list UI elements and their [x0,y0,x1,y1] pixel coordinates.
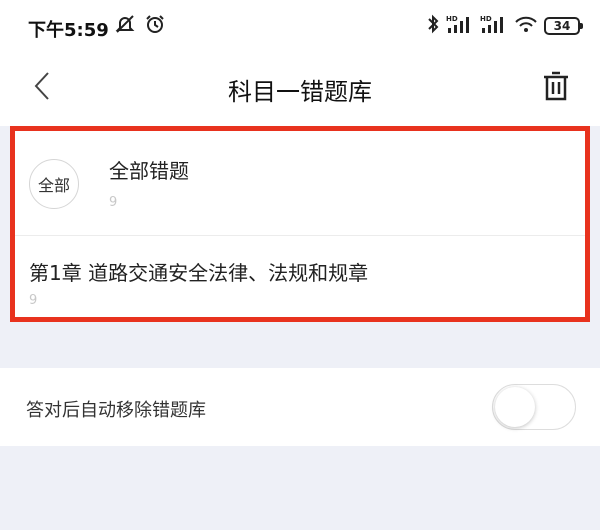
avatar: 全部 [29,159,79,209]
bluetooth-icon [426,14,440,38]
toggle-knob [495,387,535,427]
mute-bell-icon [114,14,136,38]
status-bar: 下午5:59 HD HD 34 [0,0,600,50]
list-item-count: 9 [109,195,118,210]
signal-hd-icon: HD [480,14,508,38]
delete-button[interactable] [538,68,574,108]
svg-text:HD: HD [480,15,492,23]
battery-icon: 34 [544,17,583,35]
signal-hd-icon: HD [446,14,474,38]
svg-text:HD: HD [446,15,458,23]
auto-remove-setting: 答对后自动移除错题库 [0,368,600,446]
list-item-chapter-1[interactable]: 第1章 道路交通安全法律、法规和规章 9 [15,235,585,317]
wifi-icon [514,14,538,38]
list-item-all-wrong[interactable]: 全部 全部错题 9 [15,131,585,236]
wrong-question-list: 全部 全部错题 9 第1章 道路交通安全法律、法规和规章 9 [10,126,590,322]
setting-label: 答对后自动移除错题库 [26,400,206,421]
nav-bar: 科目一错题库 [0,56,600,120]
page-title: 科目一错题库 [228,78,372,106]
trash-icon [543,70,569,106]
list-item-count: 9 [29,293,38,308]
list-item-title: 全部错题 [109,159,189,183]
list-item-title: 第1章 道路交通安全法律、法规和规章 [29,261,369,285]
header-area: 下午5:59 HD HD 34 科目一错题库 [0,0,600,126]
status-time: 下午5:59 [28,20,109,41]
alarm-icon [144,14,166,38]
auto-remove-toggle[interactable] [492,384,576,430]
